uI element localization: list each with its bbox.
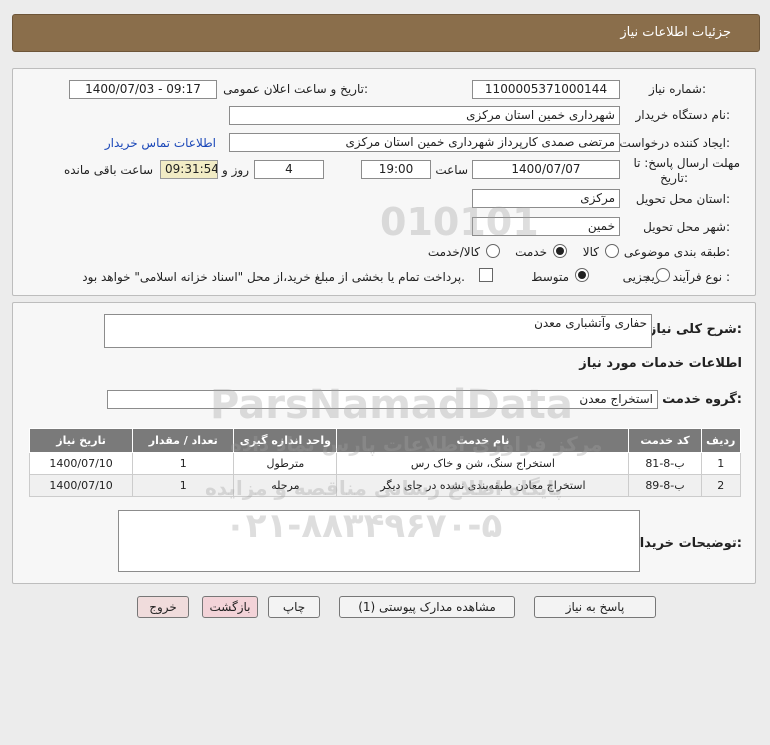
treasury-checkbox[interactable] xyxy=(479,268,493,282)
service-group-label: گروه خدمت: xyxy=(662,392,742,407)
deadline-time-label: ساعت xyxy=(435,163,468,177)
col-header-quantity: تعداد / مقدار xyxy=(132,428,235,453)
table-row: 2 ب-8-89 استخراج معادن طبقه‌بندی نشده در… xyxy=(28,474,742,497)
col-header-need-date: تاریخ نیاز xyxy=(28,428,134,453)
page-header: جزئیات اطلاعات نیاز xyxy=(12,14,760,52)
table-header-row: ردیف کد خدمت نام خدمت واحد اندازه گیری ت… xyxy=(28,428,742,453)
cell-need-date: 1400/07/10 xyxy=(28,452,134,475)
buyer-notes-label: توضیحات خریدار: xyxy=(632,536,742,551)
reply-button[interactable]: پاسخ به نیاز xyxy=(534,596,656,618)
back-button[interactable]: بازگشت xyxy=(202,596,258,618)
summary-label: شرح کلی نیاز: xyxy=(648,322,742,337)
col-header-unit: واحد اندازه گیری xyxy=(233,428,338,453)
remaining-time-field: 09:31:54 xyxy=(160,160,218,179)
cell-row-number: 1 xyxy=(700,452,742,475)
category-option-goods-service: کالا/خدمت xyxy=(427,245,480,259)
services-title: اطلاعات خدمات مورد نیاز xyxy=(579,356,742,371)
deadline-label-line1: مهلت ارسال پاسخ: تا xyxy=(633,156,740,170)
requester-label: ایجاد کننده درخواست: xyxy=(619,136,730,150)
province-field: مرکزی xyxy=(472,189,620,208)
cell-service-code: ب-8-81 xyxy=(628,452,702,475)
cell-quantity: 1 xyxy=(132,474,235,497)
cell-service-name: استخراج سنگ، شن و خاک رس xyxy=(336,452,630,475)
cell-service-code: ب-8-89 xyxy=(628,474,702,497)
process-radio-medium[interactable] xyxy=(575,268,589,282)
process-option-medium: متوسط xyxy=(531,270,569,284)
col-header-row-number: ردیف xyxy=(700,428,742,453)
city-field: خمین xyxy=(472,217,620,236)
deadline-date-field: 1400/07/07 xyxy=(472,160,620,179)
category-radio-goods-service[interactable] xyxy=(486,244,500,258)
process-option-minor: جزیی xyxy=(622,270,650,284)
need-number-field: 1100005371000144 xyxy=(472,80,620,99)
cell-unit: مرحله xyxy=(233,474,338,497)
category-option-goods: کالا xyxy=(582,245,599,259)
cell-unit: مترطول xyxy=(233,452,338,475)
cell-row-number: 2 xyxy=(700,474,742,497)
buyer-org-field: شهرداری خمین استان مرکزی xyxy=(229,106,620,125)
days-label: روز و xyxy=(222,163,249,177)
print-button[interactable]: چاپ xyxy=(268,596,320,618)
process-radio-minor[interactable] xyxy=(656,268,670,282)
table-row: 1 ب-8-81 استخراج سنگ، شن و خاک رس مترطول… xyxy=(28,452,742,475)
need-number-label: شماره نیاز: xyxy=(648,82,706,96)
cell-need-date: 1400/07/10 xyxy=(28,474,134,497)
cell-service-name: استخراج معادن طبقه‌بندی نشده در جای دیگر xyxy=(336,474,630,497)
deadline-label-line2: تاریخ: xyxy=(660,171,688,185)
services-table: ردیف کد خدمت نام خدمت واحد اندازه گیری ت… xyxy=(28,428,742,497)
city-label: شهر محل تحویل: xyxy=(643,220,730,234)
page-title: جزئیات اطلاعات نیاز xyxy=(620,25,731,40)
buyer-notes-field xyxy=(118,510,640,572)
attachments-button[interactable]: مشاهده مدارک پیوستی (1) xyxy=(339,596,515,618)
remaining-label: ساعت باقی مانده xyxy=(63,163,153,177)
category-radio-goods[interactable] xyxy=(605,244,619,258)
category-option-service: خدمت xyxy=(515,245,547,259)
col-header-service-name: نام خدمت xyxy=(336,428,630,453)
buyer-org-label: نام دستگاه خریدار: xyxy=(635,108,731,122)
buyer-contact-link[interactable]: اطلاعات تماس خریدار xyxy=(105,136,216,150)
deadline-time-field: 19:00 xyxy=(361,160,431,179)
category-radio-service[interactable] xyxy=(553,244,567,258)
announce-field: 1400/07/03 - 09:17 xyxy=(69,80,217,99)
requester-field: مرتضی صمدی کارپرداز شهرداری خمین استان م… xyxy=(229,133,620,152)
col-header-service-code: کد خدمت xyxy=(628,428,702,453)
exit-button[interactable]: خروج xyxy=(137,596,189,618)
province-label: استان محل تحویل: xyxy=(635,192,730,206)
summary-field: حفاری وآتشباری معدن xyxy=(104,314,652,348)
category-label: طبقه بندی موضوعی: xyxy=(623,245,730,259)
announce-label: تاریخ و ساعت اعلان عمومی: xyxy=(223,82,368,96)
cell-quantity: 1 xyxy=(132,452,235,475)
info-panel xyxy=(12,68,756,296)
service-group-field: استخراج معدن xyxy=(107,390,658,409)
days-remaining-field: 4 xyxy=(254,160,324,179)
treasury-note: پرداخت تمام یا بخشی از مبلغ خرید،از محل … xyxy=(82,270,465,284)
